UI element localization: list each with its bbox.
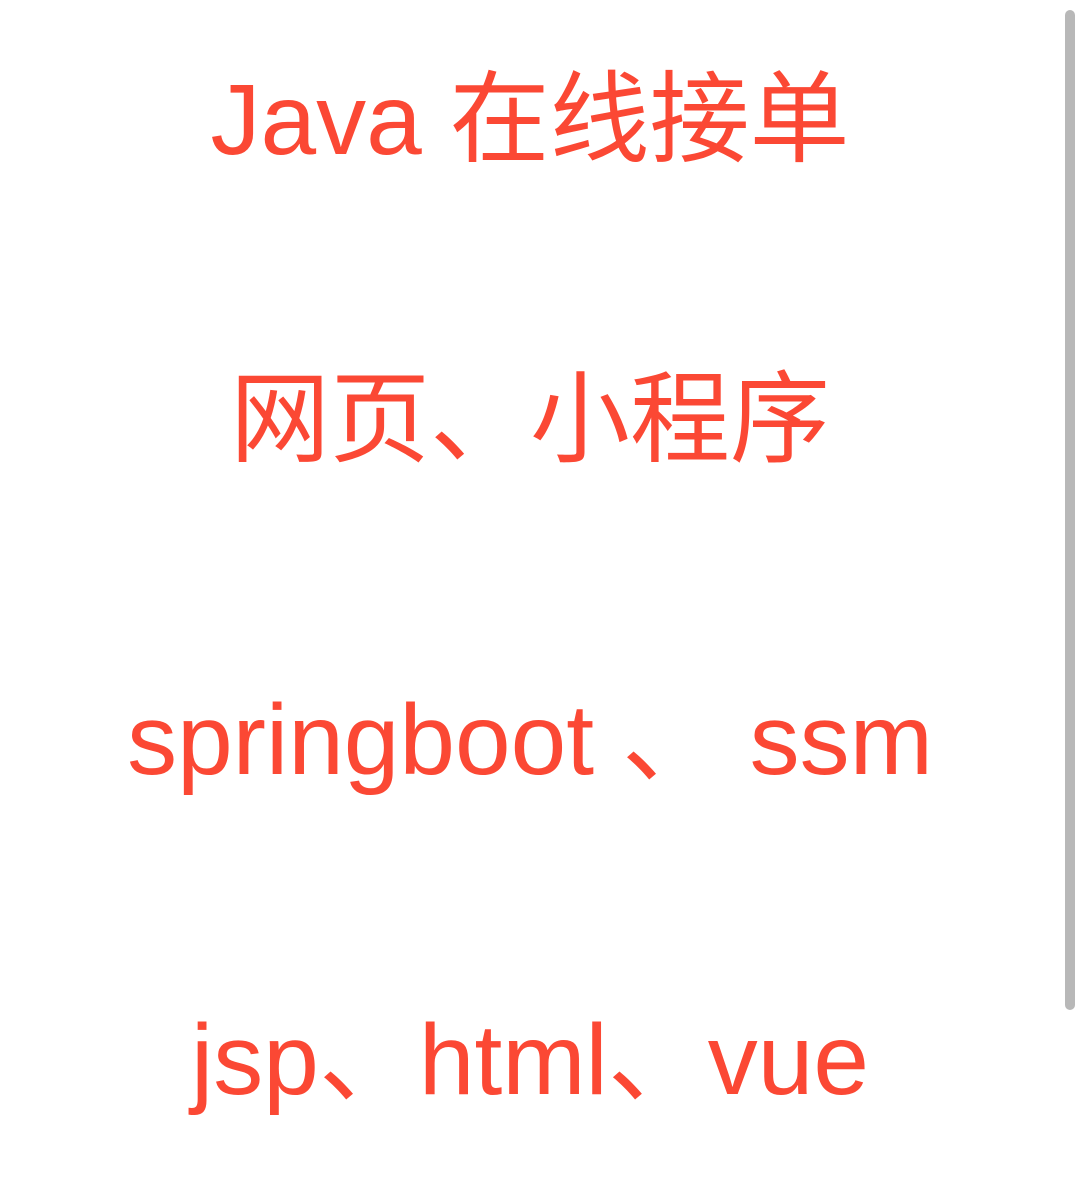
text-content: Java 在线接单 网页、小程序 springboot 、 ssm jsp、ht… (0, 0, 1060, 1182)
line-4: jsp、html、vue (191, 1000, 869, 1120)
line-1: Java 在线接单 (210, 60, 849, 180)
line-2: 网页、小程序 (230, 360, 830, 480)
scrollbar-icon[interactable] (1065, 10, 1075, 1010)
line-3: springboot 、 ssm (127, 680, 933, 800)
